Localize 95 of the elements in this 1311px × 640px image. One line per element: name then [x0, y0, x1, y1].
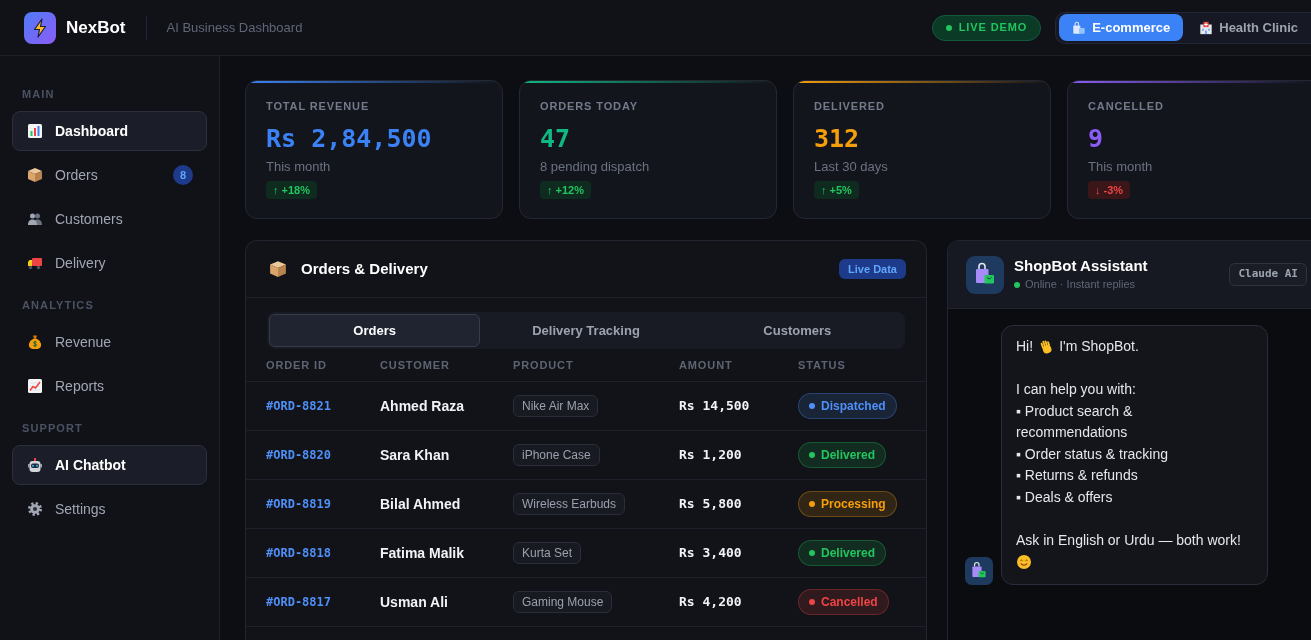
sidebar-item[interactable]: Dashboard: [12, 111, 207, 151]
hospital-icon: [1199, 20, 1214, 35]
live-demo-text: LIVE DEMO: [958, 20, 1028, 36]
model-tag: Claude AI: [1229, 263, 1307, 286]
order-id-link[interactable]: #ORD-8821: [266, 397, 332, 415]
mode-tab[interactable]: Health Clinic: [1186, 14, 1311, 41]
line-chart-icon: [27, 378, 43, 394]
stat-note: Last 30 days: [814, 159, 888, 175]
sidebar-item[interactable]: Revenue: [12, 322, 207, 362]
customer-name: Fatima Malik: [380, 543, 465, 563]
stat-note: 8 pending dispatch: [540, 159, 650, 175]
lightning-bolt-icon: [24, 11, 56, 44]
message-text: I can help you with:: [1016, 380, 1136, 399]
money-bag-icon: [27, 334, 43, 350]
message-text: Ask in English or Urdu — both work!: [1016, 530, 1241, 550]
message-text: ▪ Deals & offers: [1016, 487, 1113, 507]
robot-icon: [27, 457, 43, 473]
trend-indicator: ↑ +18%: [266, 181, 317, 199]
order-id-link[interactable]: #ORD-8818: [266, 544, 332, 562]
gear-icon: [27, 501, 43, 517]
sidebar-item[interactable]: Reports: [12, 366, 207, 406]
sidebar-item[interactable]: Customers: [12, 199, 207, 239]
live-data-tag: Live Data: [839, 259, 906, 279]
shopping-bag-icon: [966, 255, 1004, 294]
product-tag: Wireless Earbuds: [513, 493, 626, 515]
order-amount: Rs 5,800: [679, 495, 742, 514]
customer-name: Sara Khan: [380, 445, 450, 465]
mode-tab[interactable]: E-commerce: [1059, 14, 1184, 41]
stat-value: 47: [540, 124, 571, 154]
assistant-status: Online · Instant replies: [1025, 277, 1136, 293]
product-tag: iPhone Case: [513, 444, 600, 466]
order-id-link[interactable]: #ORD-8817: [266, 593, 332, 611]
tab[interactable]: Orders: [269, 314, 481, 347]
stat-label: ORDERS TODAY: [540, 99, 638, 113]
sidebar-item[interactable]: Settings: [12, 489, 207, 529]
column-header: STATUS: [798, 357, 846, 373]
shopping-bags-icon: [1072, 20, 1087, 35]
order-id-link[interactable]: #ORD-8820: [266, 446, 332, 464]
order-amount: Rs 3,400: [679, 544, 742, 563]
stat-label: TOTAL REVENUE: [266, 99, 370, 113]
stat-label: CANCELLED: [1088, 99, 1164, 113]
status-text: Delivered: [821, 447, 876, 464]
order-id-link[interactable]: #ORD-8819: [266, 495, 332, 513]
tab[interactable]: Delivery Tracking: [480, 314, 692, 347]
waving-hand-icon: [1038, 338, 1055, 355]
status-text: Dispatched: [821, 398, 886, 415]
assistant-name: ShopBot Assistant: [1014, 256, 1148, 276]
message-text: ▪ Product search & recommendations: [1016, 401, 1134, 442]
product-tag: Kurta Set: [513, 542, 582, 564]
stat-value: 312: [814, 124, 860, 154]
sidebar-item[interactable]: Delivery: [12, 243, 207, 283]
order-amount: Rs 1,200: [679, 446, 742, 465]
stat-note: This month: [1088, 159, 1153, 175]
product-tag: Nike Air Max: [513, 395, 599, 417]
section-label: SUPPORT: [21, 421, 84, 435]
customer-name: Bilal Ahmed: [380, 494, 461, 514]
column-header: AMOUNT: [679, 357, 733, 373]
tab[interactable]: Customers: [691, 314, 903, 347]
status-text: Processing: [821, 496, 886, 513]
count-badge: 8: [173, 165, 193, 185]
smiley-icon: [1016, 553, 1032, 570]
column-header: ORDER ID: [266, 357, 327, 373]
message-text: Hi!: [1016, 337, 1034, 356]
stat-label: DELIVERED: [814, 99, 885, 113]
customer-name: Usman Ali: [380, 592, 448, 612]
order-amount: Rs 14,500: [679, 397, 750, 416]
stat-value: 9: [1088, 124, 1104, 154]
status-text: Cancelled: [821, 594, 878, 611]
sidebar-item[interactable]: Orders 8: [12, 155, 207, 195]
status-text: Delivered: [821, 545, 876, 562]
brand-name: NexBot: [66, 16, 126, 39]
customer-name: Ahmed Raza: [380, 396, 465, 416]
message-text: I'm ShopBot.: [1059, 337, 1139, 356]
truck-icon: [27, 255, 43, 271]
header-subtitle: AI Business Dashboard: [166, 18, 303, 37]
section-label: ANALYTICS: [21, 298, 95, 312]
trend-indicator: ↑ +12%: [540, 181, 591, 199]
panel-title: Orders & Delivery: [301, 258, 428, 279]
message-text: ▪ Order status & tracking: [1016, 444, 1169, 464]
stat-value: Rs 2,84,500: [266, 124, 432, 154]
column-header: PRODUCT: [513, 357, 574, 373]
trend-indicator: ↑ +5%: [814, 181, 859, 199]
order-amount: Rs 4,200: [679, 593, 742, 612]
shopping-bag-icon: [965, 556, 993, 585]
product-tag: Gaming Mouse: [513, 591, 613, 613]
trend-indicator: ↓ -3%: [1088, 181, 1131, 199]
package-icon: [27, 167, 43, 183]
package-icon: [269, 260, 287, 278]
column-header: CUSTOMER: [380, 357, 450, 373]
section-label: MAIN: [21, 87, 56, 101]
people-icon: [27, 211, 43, 227]
sidebar-item[interactable]: AI Chatbot: [12, 445, 207, 485]
stat-note: This month: [266, 159, 331, 175]
message-text: ▪ Returns & refunds: [1016, 466, 1138, 485]
bar-chart-icon: [27, 123, 43, 139]
